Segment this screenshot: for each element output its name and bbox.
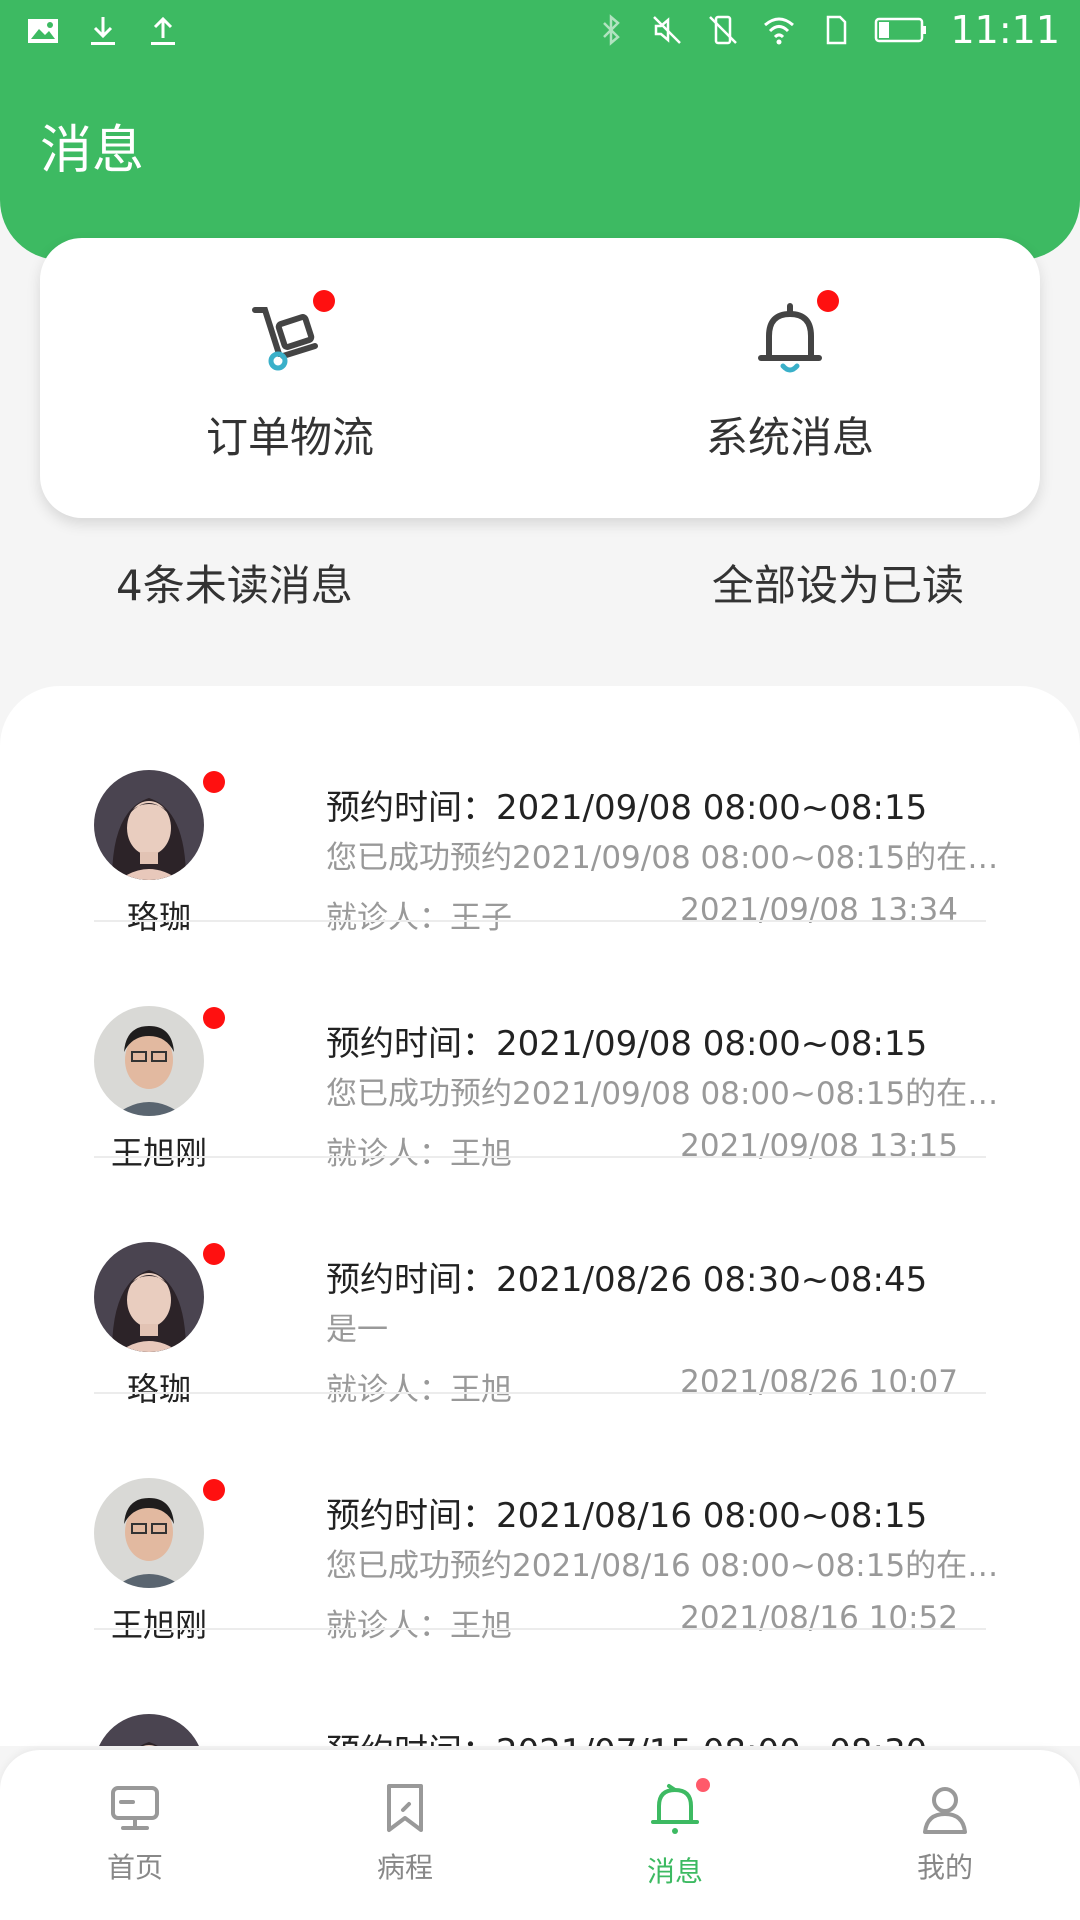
- user-icon: [923, 1787, 967, 1834]
- system-message-label: 系统消息: [705, 413, 874, 462]
- image-icon: [28, 19, 58, 43]
- tab-home-label: 首页: [106, 1851, 163, 1884]
- system-message-shortcut[interactable]: 系统消息: [540, 238, 1040, 518]
- wifi-icon: [764, 17, 795, 45]
- system-unread-dot: [817, 290, 839, 312]
- tab-mine[interactable]: 我的: [810, 1750, 1080, 1920]
- tab-course[interactable]: 病程: [270, 1750, 540, 1920]
- page-title: 消息: [40, 121, 145, 181]
- messages-tab-dot: [696, 1778, 710, 1792]
- order-logistics-shortcut[interactable]: 订单物流: [40, 238, 540, 518]
- message-list: 珞珈 预约时间：2021/09/08 08:00~08:15 您已成功预约202…: [0, 686, 1080, 1746]
- download-icon: [91, 17, 115, 45]
- tab-messages-label: 消息: [646, 1855, 703, 1888]
- male-avatar: [94, 1006, 204, 1116]
- monitor-icon: [111, 1786, 159, 1830]
- male-avatar: [94, 1478, 204, 1588]
- message-preview: 您已成功预约2021/08/16 08:00~08:15的在线问诊: [326, 1548, 1026, 1584]
- appointment-time: 预约时间：2021/09/08 08:00~08:15: [326, 788, 928, 828]
- sim-icon: [827, 15, 847, 45]
- unread-dot: [203, 1243, 225, 1265]
- message-item[interactable]: 王旭刚 预约时间：2021/09/08 08:00~08:15 您已成功预约20…: [0, 922, 1080, 1172]
- bookmark-icon: [387, 1784, 423, 1832]
- message-preview: 您已成功预约2021/09/08 08:00~08:15的在线问诊: [326, 1076, 1026, 1112]
- appointment-time: 预约时间：2021/07/15 08:00~08:30: [326, 1724, 927, 1746]
- female-avatar: [94, 770, 204, 880]
- mark-all-read-button[interactable]: 全部设为已读: [712, 552, 964, 613]
- female-avatar: [94, 1714, 204, 1746]
- unread-dot: [203, 1479, 225, 1501]
- tab-mine-label: 我的: [916, 1851, 973, 1884]
- status-bar: 11:11: [0, 0, 1080, 60]
- bell-icon: [651, 1784, 699, 1834]
- unread-dot: [203, 771, 225, 793]
- upload-icon: [151, 16, 175, 45]
- order-unread-dot: [313, 290, 335, 312]
- vibrate-off-icon: [709, 15, 738, 45]
- unread-dot: [203, 1007, 225, 1029]
- message-item[interactable]: 预约时间：2021/07/15 08:00~08:30: [0, 1630, 1080, 1746]
- unread-count: 4条未读消息: [116, 561, 353, 610]
- shortcut-card: 订单物流 系统消息: [40, 238, 1040, 518]
- female-avatar: [94, 1242, 204, 1352]
- message-item[interactable]: 王旭刚 预约时间：2021/08/16 08:00~08:15 您已成功预约20…: [0, 1394, 1080, 1644]
- tab-home[interactable]: 首页: [0, 1750, 270, 1920]
- appointment-time: 预约时间：2021/09/08 08:00~08:15: [326, 1024, 928, 1064]
- mute-icon: [653, 16, 682, 44]
- order-logistics-label: 订单物流: [205, 413, 374, 462]
- tab-course-label: 病程: [376, 1851, 433, 1884]
- bluetooth-icon: [603, 14, 621, 46]
- tab-messages[interactable]: 消息: [540, 1750, 810, 1920]
- appointment-time: 预约时间：2021/08/16 08:00~08:15: [326, 1496, 928, 1536]
- status-time: 11:11: [950, 8, 1060, 52]
- bottom-nav: 首页 病程 消息 我的: [0, 1750, 1080, 1920]
- message-item[interactable]: 珞珈 预约时间：2021/09/08 08:00~08:15 您已成功预约202…: [0, 686, 1080, 936]
- message-preview: 您已成功预约2021/09/08 08:00~08:15的在线咨询: [326, 840, 1026, 876]
- message-item[interactable]: 珞珈 预约时间：2021/08/26 08:30~08:45 是一 就诊人：王旭…: [0, 1158, 1080, 1408]
- message-preview: 是一: [326, 1312, 388, 1348]
- appointment-time: 预约时间：2021/08/26 08:30~08:45: [326, 1260, 928, 1300]
- battery-icon: [875, 17, 927, 43]
- unread-summary-row: 4条未读消息 全部设为已读: [0, 552, 1080, 622]
